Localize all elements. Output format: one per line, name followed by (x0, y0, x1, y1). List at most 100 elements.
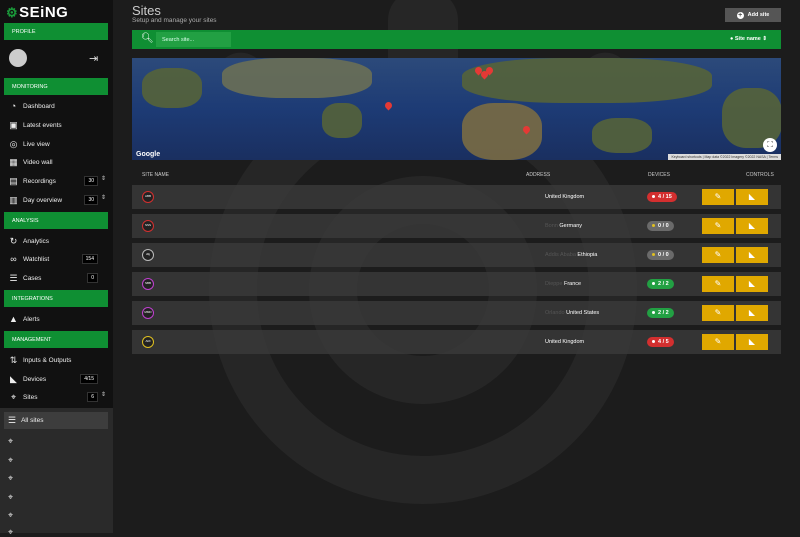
sidebar-item-inputs-outputs[interactable]: ⇅Inputs & Outputs (8, 353, 108, 367)
search-icon[interactable]: 🔍︎ (141, 33, 154, 44)
devices-status-badge: 4 / 5 (647, 337, 674, 347)
page-subtitle: Setup and manage your sites (132, 17, 217, 24)
sidebar-item-video-wall[interactable]: ▦Video wall (8, 155, 108, 169)
sort-arrows-icon[interactable]: ⇕ (101, 391, 106, 398)
sidebar-item-recordings[interactable]: ▤Recordings30⇕ (8, 174, 108, 188)
table-row[interactable]: SBB Dieppe France 2 / 2 ✎ ◣ (132, 272, 781, 296)
sidebar-item-alerts[interactable]: ▲Alerts (8, 312, 108, 326)
status-dot-icon (652, 282, 655, 285)
sidebar-item-latest-events[interactable]: ▣Latest events (8, 118, 108, 132)
edit-site-button[interactable]: ✎ (702, 218, 734, 234)
site-cameras-button[interactable]: ◣ (736, 305, 768, 321)
label: Inputs & Outputs (23, 357, 71, 364)
devices-count: 0 / 0 (658, 223, 669, 229)
label: Site name (735, 36, 761, 42)
country: United Kingdom (545, 194, 584, 200)
country: Germany (559, 223, 582, 229)
label: Analytics (23, 238, 49, 245)
devices-count: 4 / 5 (658, 339, 669, 345)
devices-count: 4 / 15 (658, 194, 672, 200)
sidebar-item-analytics[interactable]: ↻Analytics (8, 234, 108, 248)
plus-icon: + (737, 12, 744, 19)
edit-site-button[interactable]: ✎ (702, 276, 734, 292)
map-pin[interactable] (384, 101, 394, 111)
site-cameras-button[interactable]: ◣ (736, 247, 768, 263)
sidebar-item-dashboard[interactable]: ◔Dashboard (8, 99, 108, 113)
logo[interactable]: ⚙SEiNG (6, 4, 68, 21)
edit-site-button[interactable]: ✎ (702, 334, 734, 350)
google-logo: Google (136, 151, 160, 158)
logout-icon[interactable]: ⇥ (89, 52, 98, 65)
edit-site-button[interactable]: ✎ (702, 189, 734, 205)
site-badge: dfg (142, 249, 154, 261)
sidebar-item-day-overview[interactable]: ▥Day overview30⇕ (8, 193, 108, 207)
label: Add site (748, 12, 770, 18)
live-view-icon: ◎ (8, 139, 19, 149)
table-row[interactable]: dfg Addis Ababa Ethiopia 0 / 0 ✎ ◣ (132, 243, 781, 267)
edit-site-button[interactable]: ✎ (702, 247, 734, 263)
site-address: Bonn Germany (545, 223, 582, 229)
site-cameras-button[interactable]: ◣ (736, 189, 768, 205)
status-dot-icon (652, 253, 655, 256)
sort-arrows-icon[interactable]: ⇕ (101, 194, 106, 201)
site-map-icon[interactable]: ⌖ (8, 456, 19, 465)
devices-status-badge: 4 / 15 (647, 192, 677, 202)
table-row[interactable]: ARI United Kingdom 4 / 5 ✎ ◣ (132, 330, 781, 354)
clapperboard-icon: ▤ (8, 176, 19, 186)
status-dot-icon (652, 311, 655, 314)
site-cameras-button[interactable]: ◣ (736, 334, 768, 350)
sites-map[interactable]: Google ⛶ Keyboard shortcuts | Map data ©… (132, 58, 781, 160)
map-attribution[interactable]: Keyboard shortcuts | Map data ©2022 Imag… (668, 154, 781, 160)
sidebar-item-live-view[interactable]: ◎Live view (8, 137, 108, 151)
label: Sites (23, 394, 37, 401)
site-badge: MMD (142, 307, 154, 319)
status-dot-icon (652, 224, 655, 227)
table-row[interactable]: ABB United Kingdom 4 / 15 ✎ ◣ (132, 185, 781, 209)
table-row[interactable]: MMD Orlando United States 2 / 2 ✎ ◣ (132, 301, 781, 325)
sort-by-site-name[interactable]: ● Site name ⇕ (730, 36, 767, 42)
camera-icon: ◣ (749, 337, 755, 346)
site-map-icon[interactable]: ⌖ (8, 511, 19, 520)
sidebar-item-sites[interactable]: ⌖Sites6⇕ (8, 390, 108, 404)
site-address: Dieppe France (545, 281, 581, 287)
edit-icon: ✎ (715, 279, 722, 288)
site-badge: SSS (142, 220, 154, 232)
edit-site-button[interactable]: ✎ (702, 305, 734, 321)
devices-count: 2 / 2 (658, 310, 669, 316)
site-map-icon[interactable]: ⌖ (8, 493, 19, 502)
devices-status-badge: 2 / 2 (647, 279, 674, 289)
site-cameras-button[interactable]: ◣ (736, 218, 768, 234)
site-address: Addis Ababa Ethiopia (545, 252, 597, 258)
city: Bonn (545, 223, 558, 229)
sidebar-item-devices[interactable]: ◣Devices4/15 (8, 372, 108, 386)
sidebar-item-cases[interactable]: ☰Cases0 (8, 271, 108, 285)
site-cameras-button[interactable]: ◣ (736, 276, 768, 292)
sidebar-item-all-sites[interactable]: ☰All sites (4, 412, 108, 429)
logo-text: SEiNG (19, 4, 68, 21)
search-input[interactable] (156, 32, 231, 47)
status-dot-icon (652, 195, 655, 198)
site-map-icon[interactable]: ⌖ (8, 474, 19, 483)
site-badge: SBB (142, 278, 154, 290)
map-marker-icon: ⌖ (8, 392, 19, 402)
city: Dieppe (545, 281, 562, 287)
page-title: Sites (132, 3, 161, 18)
site-map-icon[interactable]: ⌖ (8, 437, 19, 446)
fullscreen-icon[interactable]: ⛶ (763, 138, 777, 152)
label: Video wall (23, 159, 53, 166)
camera-icon: ◣ (749, 279, 755, 288)
table-row[interactable]: SSS Bonn Germany 0 / 0 ✎ ◣ (132, 214, 781, 238)
sidebar-item-watchlist[interactable]: ∞Watchlist154 (8, 252, 108, 266)
section-analysis: ANALYSIS (4, 212, 108, 229)
section-profile: PROFILE (4, 23, 108, 40)
section-monitoring: MONITORING (4, 78, 108, 95)
avatar[interactable] (9, 49, 27, 67)
column-header-site-name[interactable]: SITE NAME (142, 172, 169, 178)
watchlist-count: 154 (82, 254, 98, 264)
sort-arrows-icon[interactable]: ⇕ (101, 175, 106, 182)
camera-icon: ◣ (749, 221, 755, 230)
add-site-button[interactable]: + Add site (725, 8, 781, 22)
sidebar: ⚙SEiNG PROFILE ⇥ MONITORING ◔Dashboard ▣… (0, 0, 113, 533)
edit-icon: ✎ (715, 192, 722, 201)
day-overview-count: 30 (84, 195, 98, 205)
